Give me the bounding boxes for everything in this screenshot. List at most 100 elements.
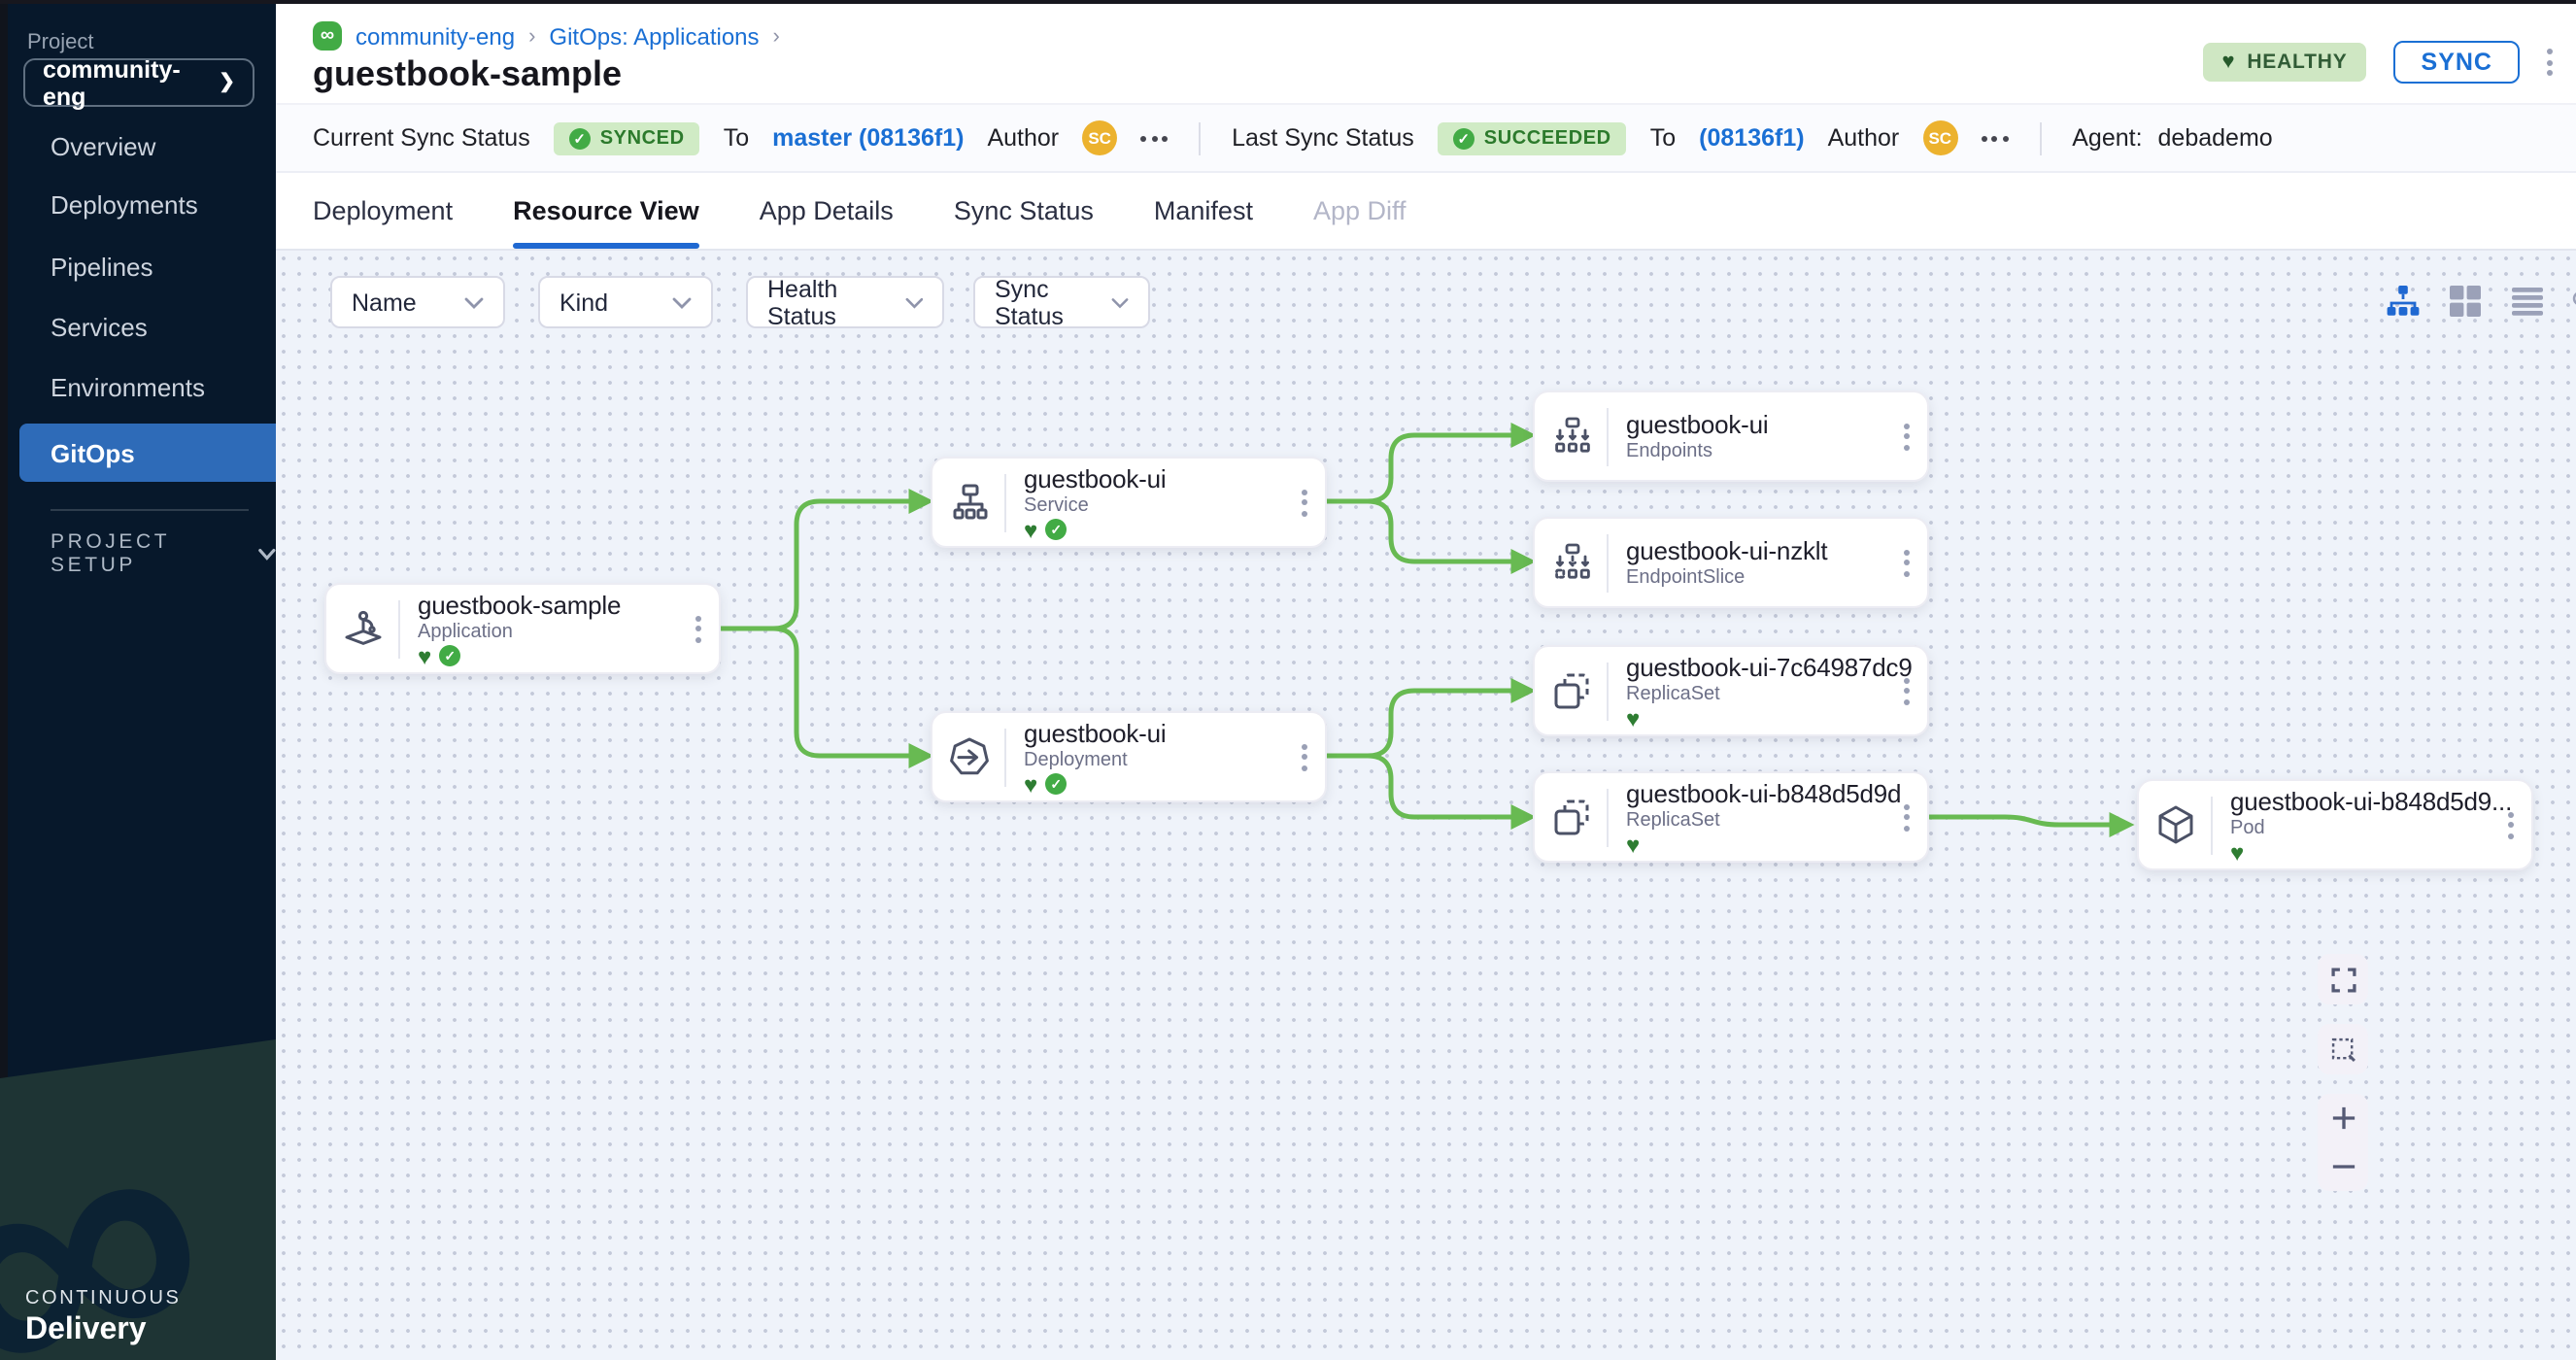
node-menu-button[interactable] [1904,423,1910,450]
sidebar-item-pipelines[interactable]: Pipelines [51,253,153,291]
more-options-icon[interactable] [1140,135,1168,141]
node-menu-button[interactable] [1904,803,1910,831]
sidebar-item-deployments[interactable]: Deployments [51,190,198,229]
resource-tree-canvas[interactable]: Name Kind Health Status Sync Status [276,249,2576,1360]
page-title: guestbook-sample [313,54,622,95]
filter-label: Name [352,289,417,316]
node-kind: Service [1024,494,1325,516]
gitops-icon: ∞ [313,21,342,51]
synced-check-icon: ✓ [1045,773,1067,795]
divider [1199,121,1201,154]
replicaset-icon [1535,792,1607,842]
breadcrumb-project-link[interactable]: community-eng [356,22,515,50]
node-card-application[interactable]: guestbook-sample Application ♥ ✓ [324,583,721,674]
list-view-icon[interactable] [2510,284,2545,319]
filter-health-status[interactable]: Health Status [746,276,944,328]
project-selector[interactable]: community-eng ❯ [23,58,254,107]
service-icon [932,477,1004,527]
healthy-heart-icon: ♥ [1024,518,1037,541]
tab-manifest[interactable]: Manifest [1154,173,1253,249]
sidebar-item-overview[interactable]: Overview [51,132,155,171]
module-eyebrow: CONTINUOUS [25,1288,181,1309]
node-kind: EndpointSlice [1626,567,1927,589]
cluster-view-icon[interactable] [2572,284,2576,319]
node-card-pod[interactable]: guestbook-ui-b848d5d9... Pod ♥ [2137,779,2533,870]
filter-sync-status[interactable]: Sync Status [973,276,1150,328]
project-name: community-eng [43,55,219,110]
author-label: Author [1828,124,1900,152]
sidebar-item-environments[interactable]: Environments [51,373,205,412]
node-kind: Endpoints [1626,441,1927,462]
module-branding: ∞ CONTINUOUS Delivery [0,1039,276,1360]
node-card-endpoints[interactable]: guestbook-ui Endpoints [1533,391,1929,482]
node-card-replicaset-1[interactable]: guestbook-ui-7c64987dc9 ReplicaSet ♥ [1533,645,1929,736]
grid-view-icon[interactable] [2448,284,2483,319]
author-label: Author [987,124,1059,152]
selection-tool-button[interactable] [2318,1024,2368,1074]
zoom-controls [2318,1094,2368,1191]
succeeded-badge: ✓ SUCCEEDED [1438,121,1627,154]
filter-name[interactable]: Name [330,276,505,328]
chevron-down-icon [258,547,276,561]
sync-button[interactable]: SYNC [2394,41,2520,84]
replicaset-icon [1535,665,1607,716]
last-revision-link[interactable]: (08136f1) [1699,124,1804,152]
project-setup-toggle[interactable]: PROJECT SETUP [51,530,276,577]
marquee-select-icon [2328,1035,2357,1064]
module-name: Delivery [25,1313,147,1348]
zoom-out-button[interactable] [2318,1145,2368,1188]
current-revision-link[interactable]: master (08136f1) [772,124,964,152]
view-mode-switcher [2386,284,2576,319]
health-badge-label: HEALTHY [2247,51,2347,74]
check-circle-icon: ✓ [1453,127,1474,149]
tab-app-details[interactable]: App Details [760,173,894,249]
node-menu-button[interactable] [1904,549,1910,576]
sidebar-item-label: GitOps [51,438,135,467]
current-sync-label: Current Sync Status [313,124,530,152]
healthy-heart-icon: ♥ [1626,833,1640,856]
more-options-icon[interactable] [1981,135,2008,141]
node-card-replicaset-2[interactable]: guestbook-ui-b848d5d9d ReplicaSet ♥ [1533,771,1929,863]
author-avatar[interactable]: SC [1082,120,1117,155]
node-kind: Pod [2230,817,2531,838]
agent-name: debademo [2158,124,2273,152]
filter-label: Sync Status [995,275,1111,329]
last-sync-label: Last Sync Status [1232,124,1414,152]
author-avatar[interactable]: SC [1922,120,1957,155]
chevron-down-icon [672,296,692,308]
header-actions: ♥ HEALTHY SYNC [2202,41,2553,84]
tree-view-icon[interactable] [2386,284,2421,319]
healthy-heart-icon: ♥ [1024,772,1037,796]
breadcrumb-section-link[interactable]: GitOps: Applications [549,22,759,50]
tab-resource-view[interactable]: Resource View [513,173,699,249]
tab-deployment[interactable]: Deployment [313,173,453,249]
chevron-right-icon: ❯ [219,72,235,93]
sync-status-bar: Current Sync Status ✓ SYNCED To master (… [276,103,2576,173]
node-card-deployment[interactable]: guestbook-ui Deployment ♥ ✓ [931,711,1327,802]
node-menu-button[interactable] [695,615,701,642]
node-menu-button[interactable] [2508,811,2514,838]
node-kind: ReplicaSet [1626,683,1927,704]
synced-badge: ✓ SYNCED [554,121,700,154]
sidebar-item-services[interactable]: Services [51,313,148,352]
endpoints-icon [1535,411,1607,461]
tab-app-diff[interactable]: App Diff [1313,173,1407,249]
node-title: guestbook-ui [1024,718,1325,747]
sidebar: Project community-eng ❯ Overview Deploym… [0,0,276,1360]
node-menu-button[interactable] [1302,489,1307,516]
check-circle-icon: ✓ [569,127,591,149]
tab-sync-status[interactable]: Sync Status [954,173,1094,249]
to-label: To [1650,124,1676,152]
node-card-endpointslice[interactable]: guestbook-ui-nzklt EndpointSlice [1533,517,1929,608]
node-menu-button[interactable] [1302,743,1307,770]
node-menu-button[interactable] [1904,677,1910,704]
node-card-service[interactable]: guestbook-ui Service ♥ ✓ [931,457,1327,548]
divider [2039,121,2041,154]
app-menu-button[interactable] [2547,49,2553,76]
zoom-in-button[interactable] [2318,1097,2368,1139]
sidebar-item-gitops[interactable]: GitOps [19,424,276,482]
filter-kind[interactable]: Kind [538,276,713,328]
fullscreen-button[interactable] [2318,954,2368,1004]
node-title: guestbook-ui-nzklt [1626,536,1927,565]
synced-check-icon: ✓ [1045,519,1067,540]
